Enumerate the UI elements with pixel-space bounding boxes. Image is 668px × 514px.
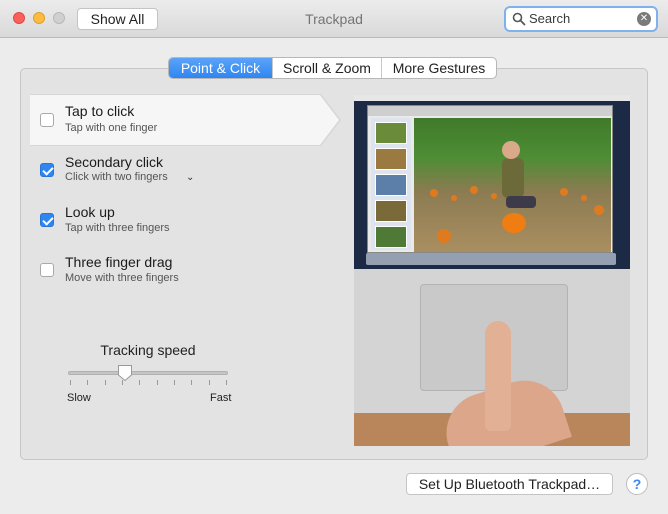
slider-knob[interactable] — [117, 364, 133, 382]
slider-tick — [139, 380, 141, 385]
search-field[interactable]: Search ✕ — [504, 6, 658, 32]
tracking-speed-label: Tracking speed — [100, 342, 196, 358]
option-title: Three finger drag — [65, 254, 173, 270]
preview-menubar — [354, 95, 630, 101]
tracking-speed-slider[interactable] — [68, 371, 228, 375]
option-title: Look up — [65, 204, 115, 220]
option-subtitle: Move with three fingers — [65, 272, 179, 284]
preview-app-window — [367, 105, 613, 253]
slow-label: Slow — [67, 392, 91, 404]
slider-tick — [104, 380, 106, 385]
preview-finger — [485, 321, 511, 431]
slider-tick — [208, 380, 210, 385]
option-subtitle: Tap with three fingers — [65, 222, 170, 234]
secondary-click-checkbox[interactable] — [40, 163, 54, 177]
look-up-checkbox[interactable] — [40, 213, 54, 227]
preview-photo — [414, 118, 611, 252]
option-subtitle: Tap with one finger — [65, 122, 158, 134]
option-secondary-click[interactable]: Secondary click Click with two fingers ⌄ — [30, 146, 340, 198]
preview-screen — [354, 95, 630, 269]
tab-more-gestures[interactable]: More Gestures — [381, 58, 496, 78]
tab-bar: Point & Click Scroll & Zoom More Gesture… — [168, 57, 497, 79]
option-subtitle: Click with two fingers — [65, 171, 168, 183]
search-input[interactable]: Search — [529, 11, 570, 26]
option-three-finger-drag[interactable]: Three finger drag Move with three finger… — [30, 246, 340, 298]
fast-label: Fast — [210, 392, 232, 404]
setup-bluetooth-trackpad-button[interactable]: Set Up Bluetooth Trackpad… — [406, 473, 613, 495]
clear-search-icon[interactable]: ✕ — [637, 12, 651, 26]
help-button[interactable]: ? — [626, 473, 648, 495]
tap-to-click-checkbox[interactable] — [40, 113, 54, 127]
gesture-preview-video — [354, 95, 630, 446]
chevron-down-icon[interactable]: ⌄ — [186, 172, 194, 183]
preview-dock — [366, 253, 616, 265]
option-look-up[interactable]: Look up Tap with three fingers — [30, 196, 340, 248]
slider-tick — [174, 380, 175, 385]
three-finger-drag-checkbox[interactable] — [40, 263, 54, 277]
slider-tick — [226, 380, 227, 385]
slider-tick — [191, 380, 193, 385]
slider-tick — [87, 380, 89, 385]
tab-point-and-click[interactable]: Point & Click — [169, 58, 272, 78]
tab-scroll-and-zoom[interactable]: Scroll & Zoom — [272, 58, 381, 78]
option-title: Tap to click — [65, 103, 135, 119]
search-icon — [512, 12, 526, 26]
title-bar: Show All Trackpad Search ✕ — [0, 0, 668, 38]
option-title: Secondary click — [65, 154, 164, 170]
option-tap-to-click[interactable]: Tap to click Tap with one finger — [30, 95, 339, 145]
slider-tick — [156, 380, 158, 385]
slider-tick — [70, 380, 71, 385]
